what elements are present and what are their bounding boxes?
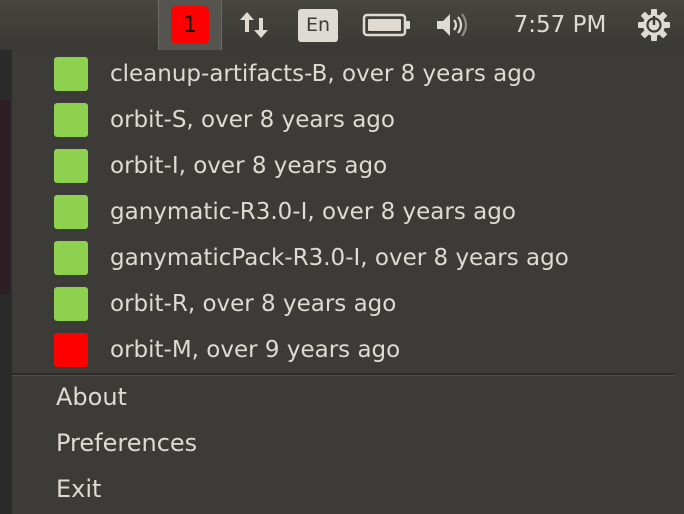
build-indicator[interactable]: 1 <box>158 0 222 50</box>
job-item[interactable]: cleanup-artifacts-B, over 8 years ago <box>12 51 672 97</box>
job-item[interactable]: orbit-S, over 8 years ago <box>12 97 672 143</box>
desktop: 1 En 7:57 PM cleanup-artifacts-B, over 8… <box>0 0 684 514</box>
about-menu-item[interactable]: About <box>56 383 127 411</box>
job-item[interactable]: orbit-I, over 8 years ago <box>12 143 672 189</box>
network-arrows-svg <box>240 12 268 38</box>
preferences-menu-item[interactable]: Preferences <box>56 429 197 457</box>
background-window-accent <box>0 100 10 295</box>
job-item[interactable]: orbit-M, over 9 years ago <box>12 327 672 373</box>
network-up-down-icon[interactable] <box>232 0 278 50</box>
job-label: ganymaticPack-R3.0-I, over 8 years ago <box>110 245 569 271</box>
clock[interactable]: 7:57 PM <box>500 0 620 50</box>
job-label: orbit-S, over 8 years ago <box>110 107 395 133</box>
volume-icon[interactable] <box>432 0 476 50</box>
status-success-indicator <box>54 149 88 183</box>
keyboard-layout-label: En <box>298 8 338 42</box>
job-item[interactable]: orbit-R, over 8 years ago <box>12 281 672 327</box>
build-status-menu: cleanup-artifacts-B, over 8 years ago or… <box>12 50 684 514</box>
exit-menu-item[interactable]: Exit <box>56 475 101 503</box>
job-label: orbit-R, over 8 years ago <box>110 291 397 317</box>
top-panel: 1 En 7:57 PM <box>0 0 684 50</box>
notification-badge[interactable]: 1 <box>171 6 209 44</box>
job-label: orbit-M, over 9 years ago <box>110 337 401 363</box>
volume-svg <box>437 13 468 37</box>
menu-separator <box>12 373 674 376</box>
status-failure-indicator <box>54 333 88 367</box>
battery-svg <box>362 13 410 37</box>
job-item[interactable]: ganymaticPack-R3.0-I, over 8 years ago <box>12 235 672 281</box>
status-success-indicator <box>54 57 88 91</box>
job-item[interactable]: ganymatic-R3.0-I, over 8 years ago <box>12 189 672 235</box>
session-menu-svg <box>638 9 670 41</box>
status-success-indicator <box>54 103 88 137</box>
background-window-edge <box>0 50 12 514</box>
gear-power-icon[interactable] <box>632 0 676 50</box>
job-label: orbit-I, over 8 years ago <box>110 153 388 179</box>
keyboard-layout-indicator[interactable]: En <box>296 0 340 50</box>
battery-icon[interactable] <box>360 0 414 50</box>
status-success-indicator <box>54 195 88 229</box>
status-success-indicator <box>54 241 88 275</box>
job-label: ganymatic-R3.0-I, over 8 years ago <box>110 199 516 225</box>
job-label: cleanup-artifacts-B, over 8 years ago <box>110 61 536 87</box>
status-success-indicator <box>54 287 88 321</box>
